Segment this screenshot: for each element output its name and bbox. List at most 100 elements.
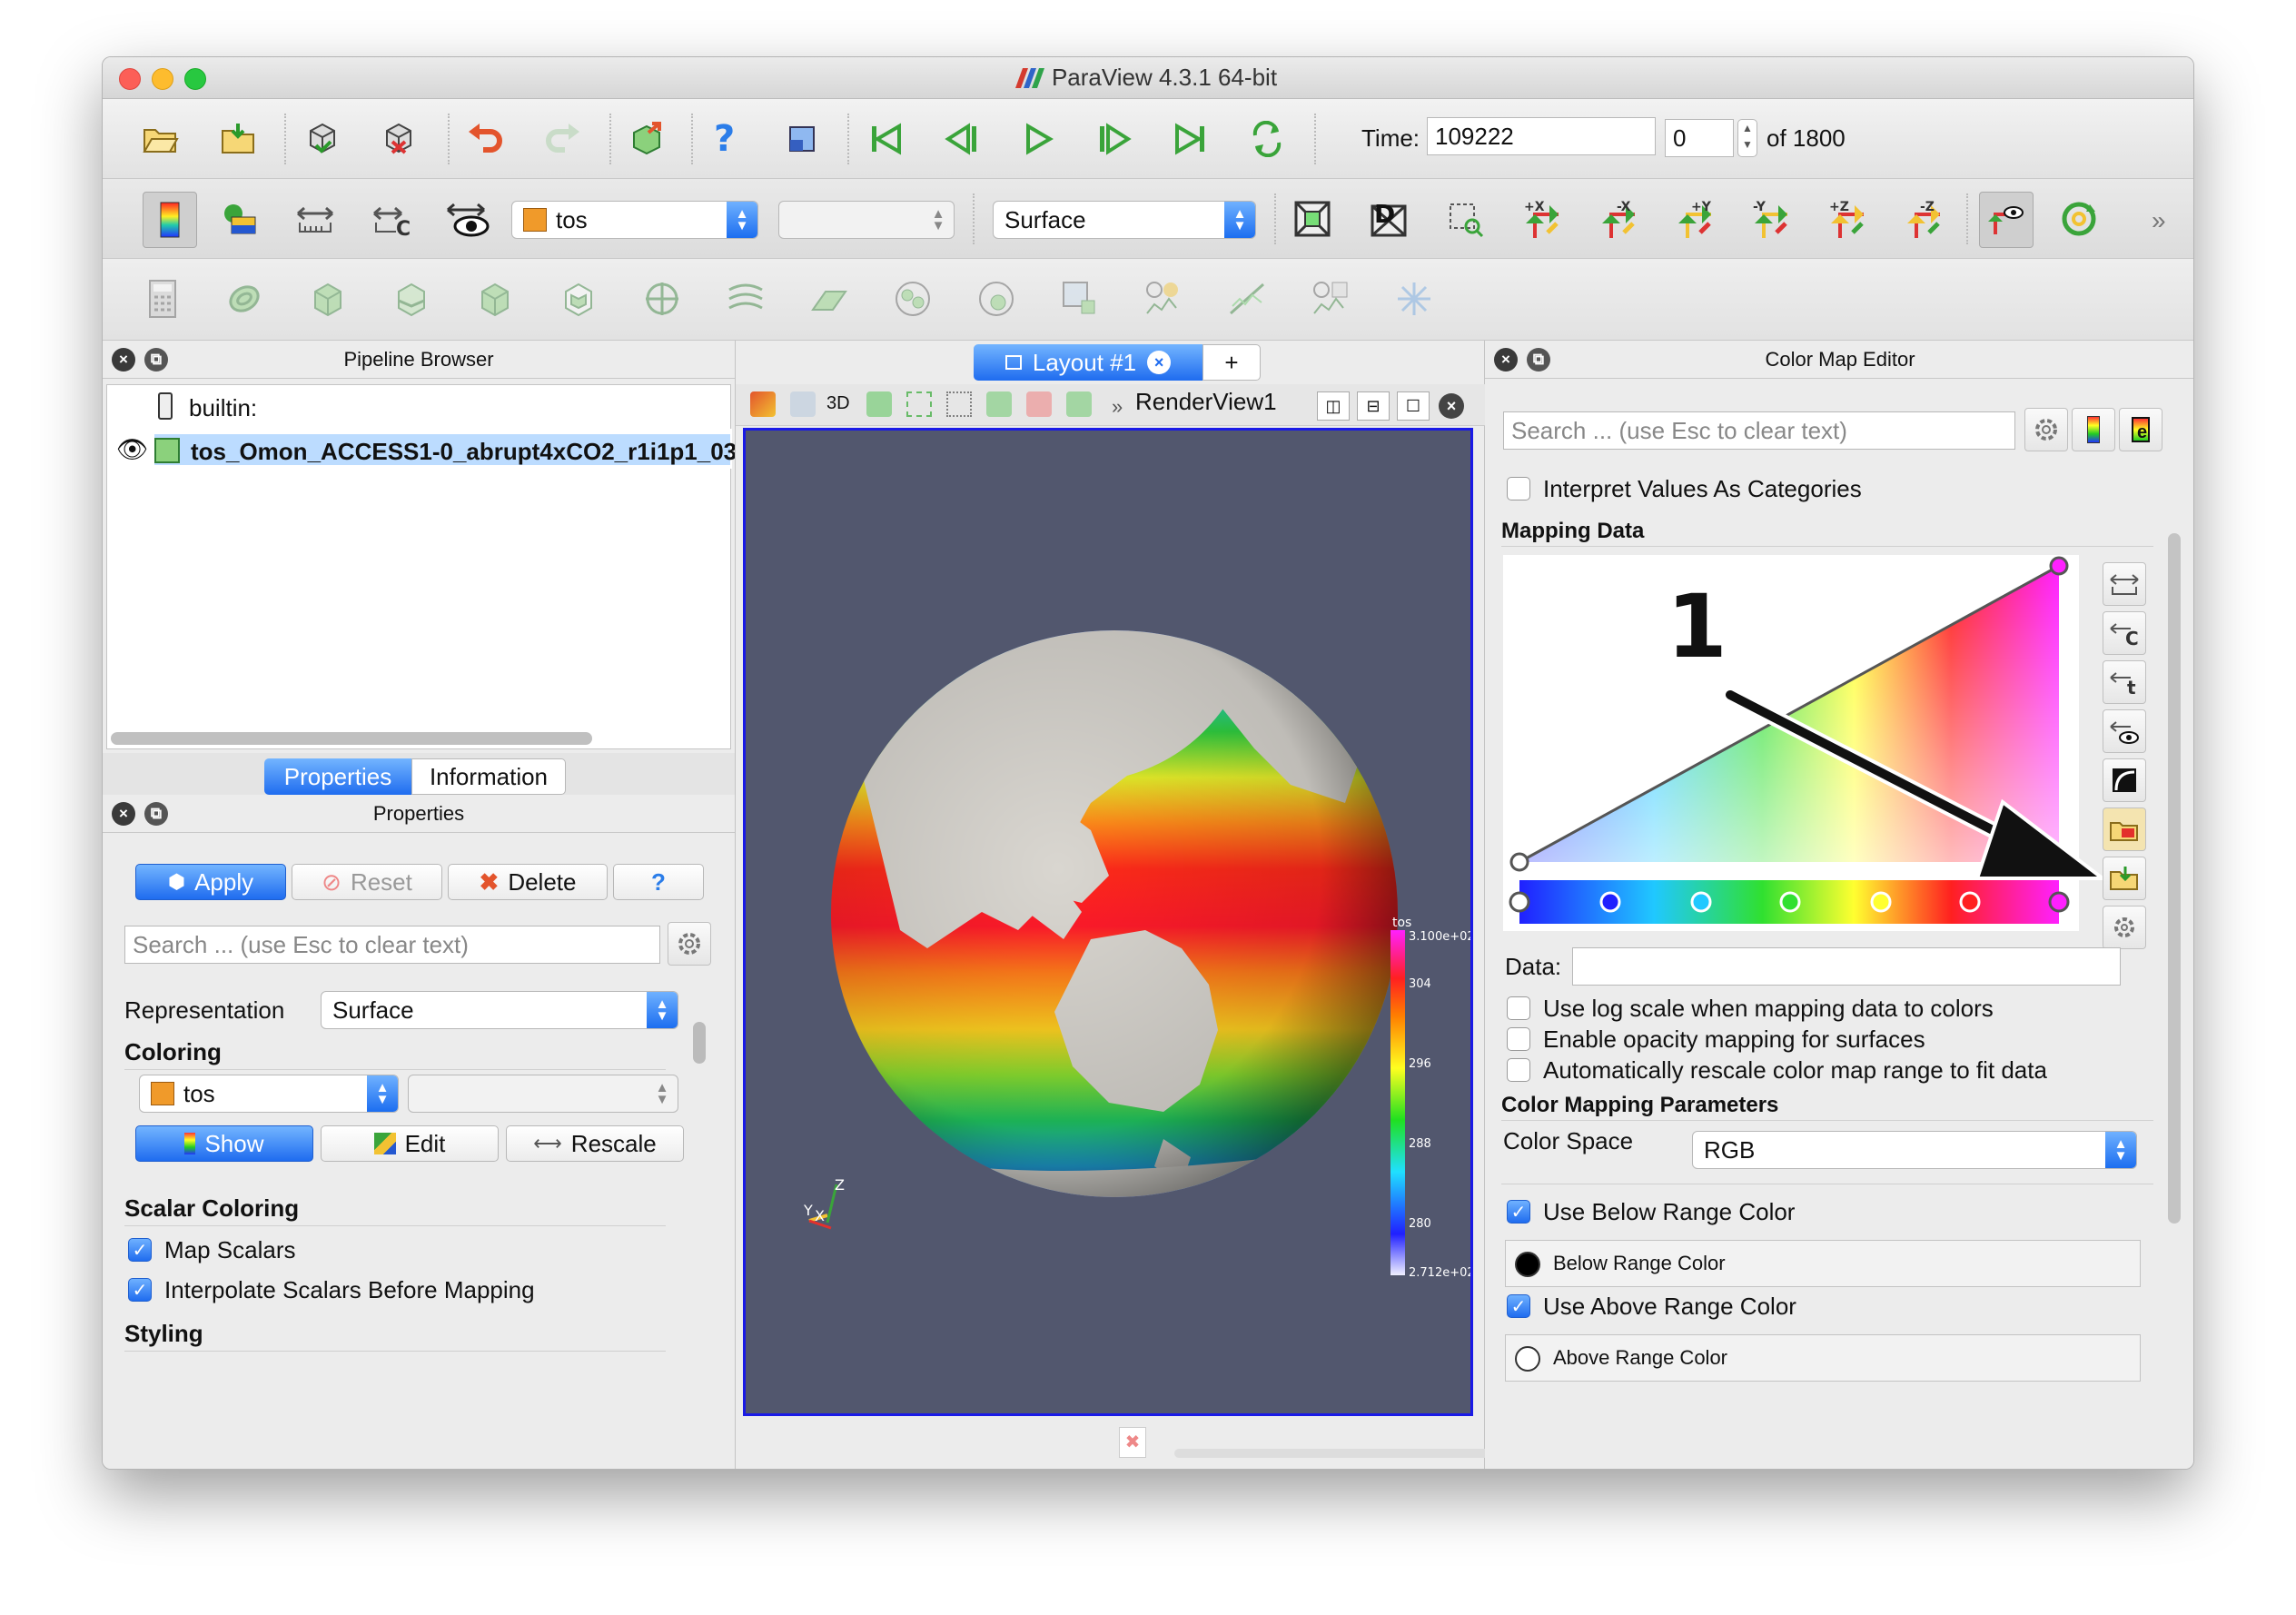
tab-properties[interactable]: Properties xyxy=(264,758,411,795)
render-canvas[interactable]: tos 3.100e+02 304 296 288 280 2.712e+02 Z Y X xyxy=(746,431,1475,1413)
help-button[interactable]: ? xyxy=(613,864,704,900)
colormap-search-input[interactable]: Search ... (use Esc to clear text) xyxy=(1503,411,2015,450)
rescale-visible-range-icon[interactable] xyxy=(444,195,491,243)
choose-preset-icon[interactable] xyxy=(2103,808,2146,851)
show-colorbar-button[interactable]: Show xyxy=(135,1125,313,1162)
split-horizontal-icon[interactable]: ◫ xyxy=(1317,391,1350,421)
pipeline-item-tos[interactable]: 👁 tos_Omon_ACCESS1-0_abrupt4xCO2_r1i1p1_… xyxy=(107,429,737,469)
rescale-button[interactable]: ⟷ Rescale xyxy=(506,1125,684,1162)
advanced-gear-icon[interactable] xyxy=(668,922,711,966)
delete-button[interactable]: ✖ Delete xyxy=(448,864,608,900)
camera-undo-icon[interactable] xyxy=(790,391,816,417)
opacity-mapping-checkbox[interactable] xyxy=(1507,1027,1530,1051)
map-scalars-checkbox[interactable]: ✓ xyxy=(128,1238,152,1262)
view-plus-z-icon[interactable]: +Z xyxy=(1823,195,1870,243)
coloring-component-select[interactable]: ▲ ▼ xyxy=(408,1075,678,1113)
colorbar-icon[interactable] xyxy=(2072,408,2115,451)
toggle-colorbar-icon[interactable] xyxy=(143,192,197,248)
plot-over-line-icon[interactable] xyxy=(1223,275,1271,322)
view-minus-y-icon[interactable]: -Y xyxy=(1747,195,1794,243)
use-above-range-checkbox[interactable]: ✓ xyxy=(1507,1294,1530,1318)
cut-cells-filter-icon[interactable] xyxy=(1390,275,1438,322)
invert-transfer-icon[interactable] xyxy=(2103,758,2146,802)
close-view-icon[interactable]: × xyxy=(1439,393,1464,419)
representation-property-select[interactable]: Surface ▲ ▼ xyxy=(321,991,678,1029)
calculator-filter-icon[interactable] xyxy=(139,275,186,322)
color-array-select[interactable]: tos ▲ ▼ xyxy=(511,201,758,239)
timestep-input[interactable]: 0 xyxy=(1665,119,1734,157)
color-map-editor-icon[interactable] xyxy=(215,195,262,243)
interpret-categories-checkbox[interactable] xyxy=(1507,477,1530,500)
plot-selection-over-time-icon[interactable] xyxy=(1140,275,1187,322)
opacity-point-min[interactable] xyxy=(1509,852,1529,872)
open-file-icon[interactable] xyxy=(137,115,184,163)
rescale-custom-range-icon[interactable]: C xyxy=(2103,611,2146,655)
split-vertical-icon[interactable]: ⊟ xyxy=(1357,391,1390,421)
rescale-over-time-icon[interactable]: t xyxy=(2103,660,2146,704)
time-input[interactable]: 109222 xyxy=(1427,117,1656,155)
zoom-to-box-icon[interactable] xyxy=(1441,195,1489,243)
slice-filter-icon[interactable] xyxy=(388,275,435,322)
contour-filter-icon[interactable] xyxy=(221,275,268,322)
component-select[interactable]: ▲ ▼ xyxy=(778,201,955,239)
properties-scrollbar[interactable] xyxy=(693,1022,706,1064)
close-panel-icon[interactable]: × xyxy=(1494,348,1518,372)
extract-subset-filter-icon[interactable] xyxy=(555,275,602,322)
use-below-range-checkbox[interactable]: ✓ xyxy=(1507,1200,1530,1224)
rescale-visible-range-icon[interactable] xyxy=(2103,709,2146,753)
view-minus-z-icon[interactable]: -Z xyxy=(1899,195,1946,243)
log-scale-checkbox[interactable] xyxy=(1507,996,1530,1020)
next-frame-icon[interactable] xyxy=(1091,115,1138,163)
view-plus-x-icon[interactable]: +X xyxy=(1518,195,1565,243)
data-value-input[interactable] xyxy=(1572,947,2121,986)
colormap-advanced-gear-icon[interactable] xyxy=(2103,906,2146,949)
above-range-color-button[interactable]: Above Range Color xyxy=(1505,1334,2141,1382)
reset-button[interactable]: ⊘ Reset xyxy=(292,864,442,900)
last-frame-icon[interactable] xyxy=(1167,115,1214,163)
select-points-on-icon[interactable] xyxy=(946,391,972,417)
representation-select[interactable]: Surface ▲ ▼ xyxy=(993,201,1256,239)
capture-screenshot-icon[interactable] xyxy=(866,391,892,417)
color-space-select[interactable]: RGB ▲ ▼ xyxy=(1692,1131,2137,1169)
view-plus-y-icon[interactable]: +Y xyxy=(1670,195,1717,243)
rescale-range-icon[interactable] xyxy=(2103,562,2146,606)
view-toolbar-overflow-icon[interactable]: » xyxy=(1112,395,1123,419)
stream-tracer-filter-icon[interactable] xyxy=(722,275,769,322)
tab-information[interactable]: Information xyxy=(411,758,566,795)
first-frame-icon[interactable] xyxy=(862,115,909,163)
clip-filter-icon[interactable] xyxy=(304,275,351,322)
toolbar-overflow-icon[interactable]: » xyxy=(2152,206,2166,235)
pipeline-hscrollbar[interactable] xyxy=(111,732,592,745)
pipeline-item-builtin[interactable]: builtin: xyxy=(189,394,257,422)
minimize-window-button[interactable] xyxy=(152,68,173,90)
rescale-custom-range-icon[interactable]: C xyxy=(368,195,415,243)
close-panel-icon[interactable]: × xyxy=(112,348,135,372)
opacity-point-max[interactable] xyxy=(2049,556,2069,576)
zoom-to-data-icon[interactable]: D xyxy=(1365,195,1412,243)
warp-by-vector-filter-icon[interactable] xyxy=(806,275,853,322)
glyph-filter-icon[interactable] xyxy=(638,275,686,322)
colormap-scrollbar[interactable] xyxy=(2168,533,2181,1224)
disconnect-server-icon[interactable] xyxy=(375,115,422,163)
close-panel-icon[interactable]: × xyxy=(112,802,135,826)
rotation-center-icon[interactable] xyxy=(2055,195,2103,243)
redo-icon[interactable] xyxy=(539,115,586,163)
edit-colorbar-icon[interactable]: e xyxy=(2119,408,2162,451)
eye-visibility-icon[interactable]: 👁 xyxy=(116,434,149,464)
reset-session-icon[interactable] xyxy=(624,115,671,163)
advanced-gear-icon[interactable] xyxy=(2024,408,2068,451)
float-panel-icon[interactable]: ⧉ xyxy=(144,348,168,372)
extract-level-filter-icon[interactable] xyxy=(973,275,1020,322)
zoom-window-button[interactable] xyxy=(184,68,206,90)
find-data-icon[interactable] xyxy=(778,115,826,163)
tab-layout-1[interactable]: Layout #1 × xyxy=(974,344,1202,381)
show-orientation-axes-icon[interactable] xyxy=(1979,192,2034,248)
load-state-icon[interactable] xyxy=(215,115,262,163)
reset-camera-icon[interactable] xyxy=(1289,195,1336,243)
view-minus-x-icon[interactable]: -X xyxy=(1594,195,1641,243)
maximize-view-icon[interactable]: ☐ xyxy=(1397,391,1430,421)
play-icon[interactable] xyxy=(1014,115,1062,163)
edit-colormap-button[interactable]: Edit xyxy=(321,1125,499,1162)
rescale-data-range-icon[interactable] xyxy=(292,195,339,243)
select-block-icon[interactable] xyxy=(1066,391,1092,417)
